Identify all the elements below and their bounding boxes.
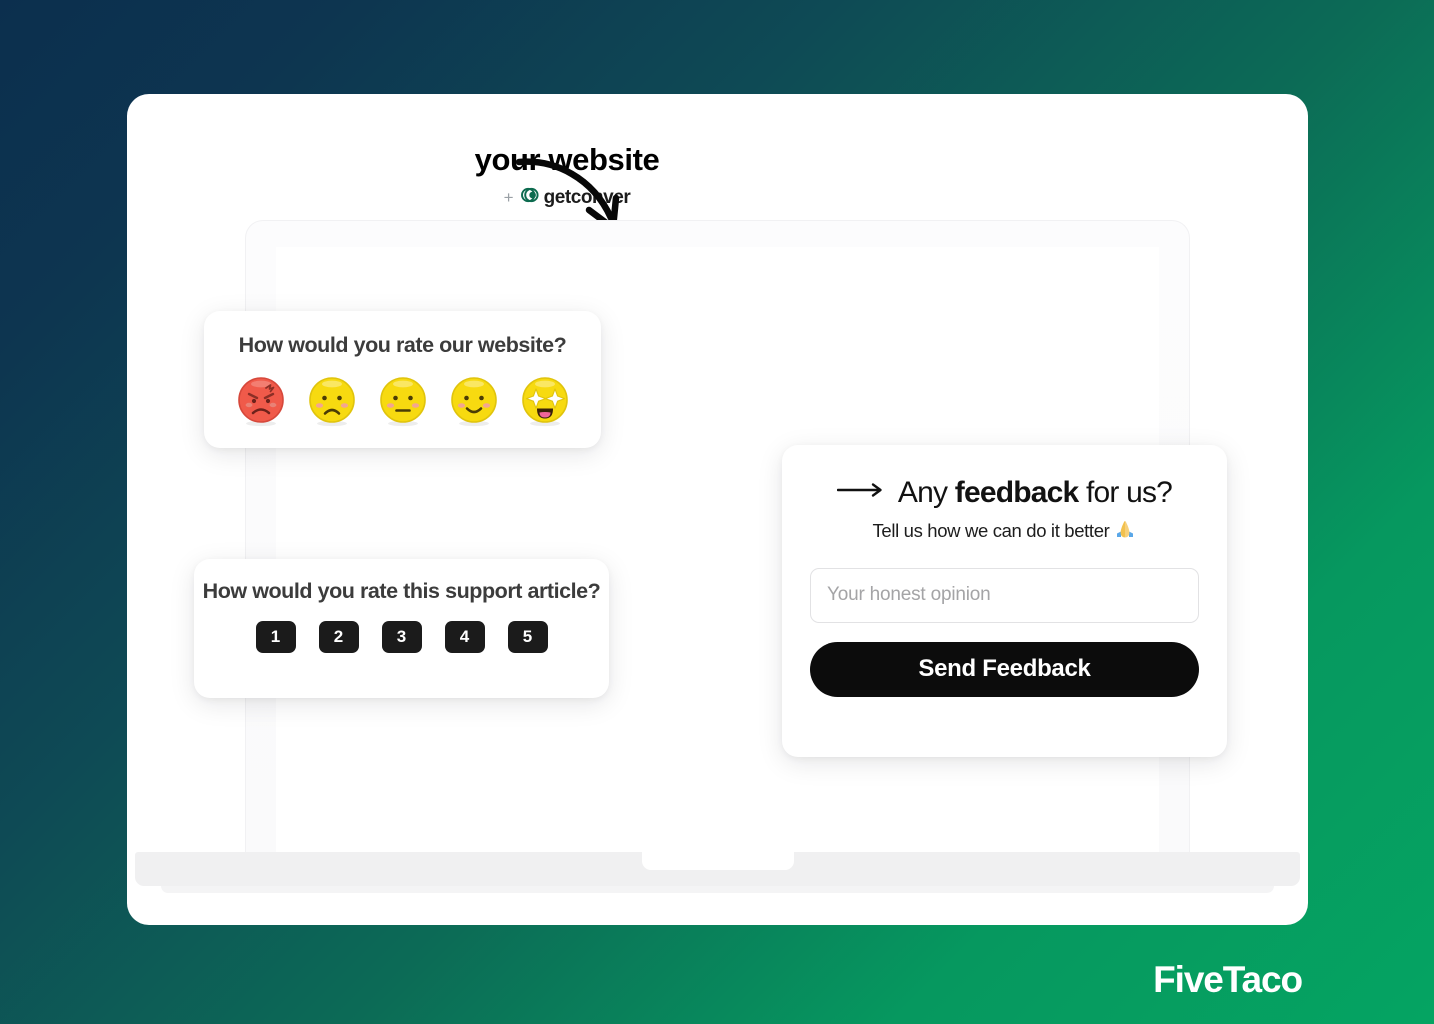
- numeric-rating-options: 1 2 3 4 5: [194, 620, 609, 653]
- right-arrow-icon: [836, 482, 885, 503]
- emoji-rating-title: How would you rate our website?: [238, 333, 567, 357]
- feedback-subtitle: Tell us how we can do it better: [872, 520, 1110, 541]
- emoji-rating-card: How would you rate our website?: [204, 311, 601, 448]
- feedback-title-lead: Any: [897, 476, 955, 509]
- getconver-swirl-icon: [520, 185, 541, 210]
- annotation-header: your website + getconver: [317, 144, 817, 210]
- plus-sign: +: [503, 188, 514, 207]
- emoji-option-slightly-smiling[interactable]: [448, 375, 500, 427]
- frowning-face-emoji: [306, 375, 358, 427]
- send-feedback-button[interactable]: Send Feedback: [810, 641, 1199, 697]
- rating-option-2[interactable]: 2: [318, 620, 359, 653]
- emoji-option-angry[interactable]: [235, 375, 287, 427]
- emoji-option-star-struck[interactable]: [519, 375, 571, 427]
- emoji-rating-options: [204, 375, 601, 427]
- neutral-face-emoji: [377, 375, 429, 427]
- feedback-title-tail: for us?: [1078, 476, 1173, 509]
- rating-option-5[interactable]: 5: [507, 620, 548, 653]
- numeric-rating-card: How would you rate this support article?…: [194, 559, 609, 698]
- rating-option-4[interactable]: 4: [444, 620, 485, 653]
- emoji-option-frowning[interactable]: [306, 375, 358, 427]
- device-notch: [641, 852, 794, 870]
- feedback-title-emphasis: feedback: [954, 476, 1079, 509]
- rating-option-1[interactable]: 1: [255, 620, 296, 653]
- feedback-card: Any feedback for us? Tell us how we can …: [782, 445, 1227, 757]
- feedback-heading: Any feedback for us?: [810, 477, 1199, 509]
- brand-row: + getconver: [317, 185, 817, 210]
- getconver-logo: getconver: [520, 185, 631, 210]
- rating-option-3[interactable]: 3: [381, 620, 422, 653]
- device-foot: [161, 886, 1274, 893]
- praying-hands-emoji: [1114, 518, 1136, 544]
- angry-face-emoji: [235, 375, 287, 427]
- browser-panel: your website + getconver How would you r…: [127, 94, 1308, 925]
- page-title: your website: [474, 142, 660, 177]
- brand-name: getconver: [543, 187, 631, 208]
- star-struck-face-emoji: [519, 375, 571, 427]
- feedback-title: Any feedback for us?: [897, 476, 1173, 509]
- device-base: [135, 852, 1300, 886]
- slightly-smiling-face-emoji: [448, 375, 500, 427]
- emoji-option-neutral[interactable]: [377, 375, 429, 427]
- fivetaco-watermark: FiveTaco: [1153, 959, 1303, 1000]
- feedback-subtitle-row: Tell us how we can do it better: [810, 518, 1199, 544]
- feedback-input[interactable]: [810, 567, 1199, 623]
- numeric-rating-title: How would you rate this support article?: [202, 579, 601, 603]
